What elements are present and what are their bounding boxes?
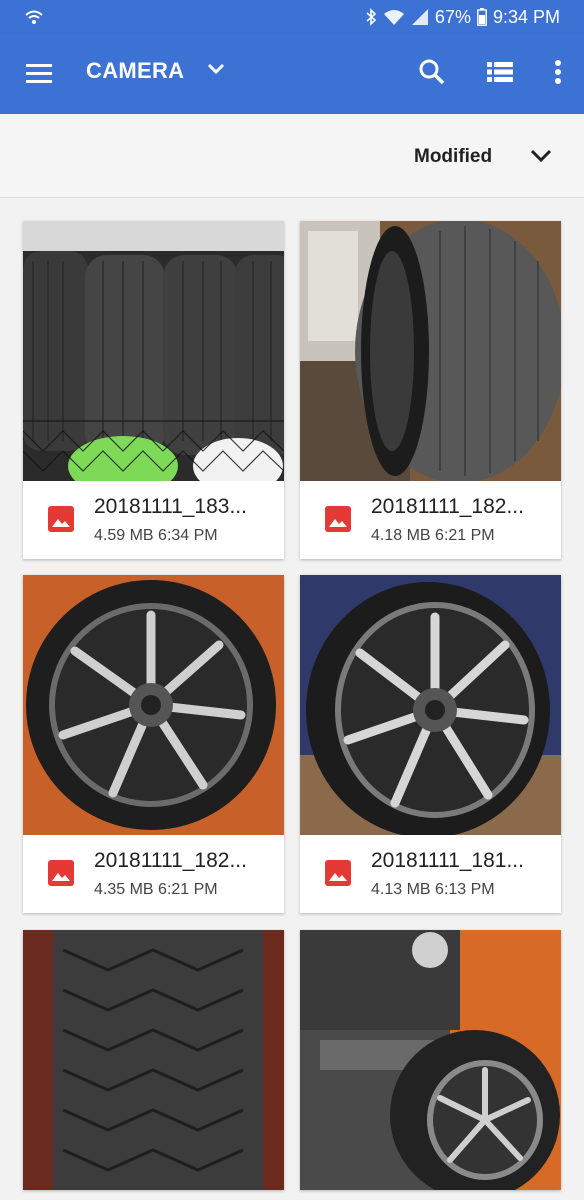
file-time: 6:21 PM [158,881,218,898]
folder-selector[interactable]: CAMERA [86,58,226,84]
file-time: 6:34 PM [158,527,218,544]
page-title: CAMERA [86,58,185,83]
list-view-icon[interactable] [486,60,514,89]
thumbnail-wheel-front [23,575,284,835]
more-vert-icon[interactable] [554,59,562,90]
file-size: 4.35 MB [94,881,154,898]
battery-icon [477,8,487,26]
file-card[interactable]: 20181111_183... 4.59 MB 6:34 PM [23,221,284,559]
image-file-icon [47,859,75,887]
thumbnail-tread-closeup [23,930,284,1190]
search-icon[interactable] [418,58,446,91]
app-bar: CAMERA [0,34,584,114]
dropdown-chevron-icon [206,62,226,81]
file-size: 4.18 MB [371,527,431,544]
image-file-icon [324,505,352,533]
file-grid: 20181111_183... 4.59 MB 6:34 PM 20181111… [0,198,584,1200]
file-info: 4.13 MB 6:13 PM [371,881,495,899]
image-file-icon [324,859,352,887]
bluetooth-icon [365,8,377,26]
status-bar: 67% 9:34 PM [0,0,584,34]
file-card[interactable] [300,930,561,1190]
wifi-icon [383,8,405,26]
file-time: 6:21 PM [435,527,495,544]
chevron-down-icon[interactable] [528,146,554,166]
wifi-calling-icon [24,8,44,26]
signal-icon [411,8,429,26]
image-file-icon [47,505,75,533]
file-info: 4.59 MB 6:34 PM [94,527,218,545]
thumbnail-tire-machine [300,930,561,1190]
file-info: 4.35 MB 6:21 PM [94,881,218,899]
sort-dropdown-label[interactable]: Modified [414,146,492,168]
file-card[interactable]: 20181111_182... 4.18 MB 6:21 PM [300,221,561,559]
file-name: 20181111_183... [94,495,247,518]
thumbnail-stacked-tires [23,221,284,481]
file-card[interactable]: 20181111_181... 4.13 MB 6:13 PM [300,575,561,913]
file-size: 4.59 MB [94,527,154,544]
file-card[interactable]: 20181111_182... 4.35 MB 6:21 PM [23,575,284,913]
file-name: 20181111_182... [94,849,247,872]
battery-percent: 67% [434,6,471,27]
file-info: 4.18 MB 6:21 PM [371,527,495,545]
file-size: 4.13 MB [371,881,431,898]
sort-bar [0,114,584,198]
file-time: 6:13 PM [435,881,495,898]
clock: 9:34 PM [492,6,560,27]
menu-icon[interactable] [24,60,54,88]
file-card[interactable] [23,930,284,1190]
file-name: 20181111_181... [371,849,524,872]
file-name: 20181111_182... [371,495,524,518]
thumbnail-wheel-angled [300,575,561,835]
thumbnail-tire-side [300,221,561,481]
